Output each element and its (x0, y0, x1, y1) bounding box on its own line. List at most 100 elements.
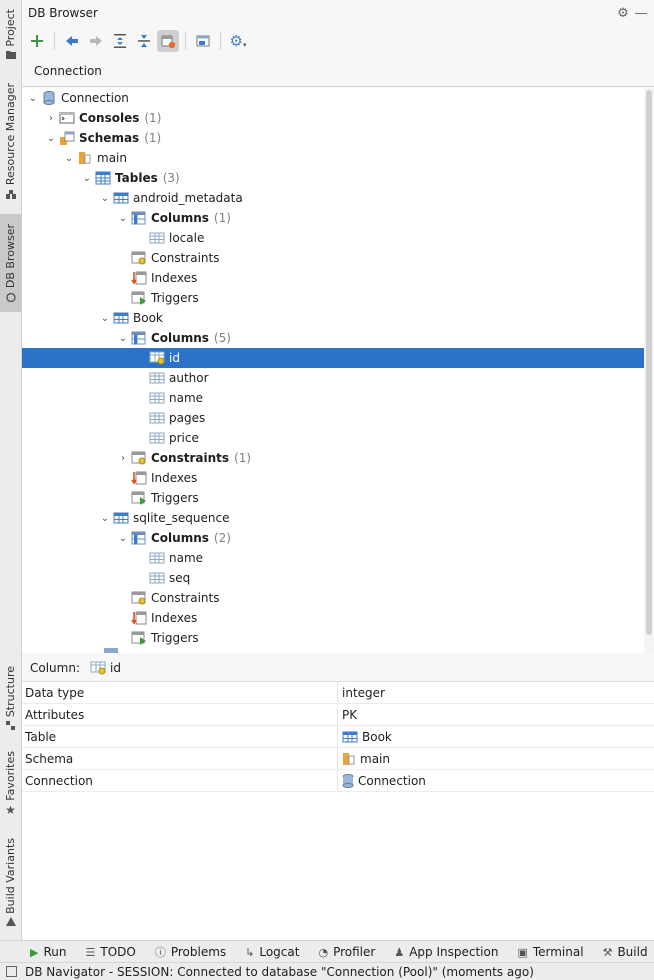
tree-node-table[interactable]: ⌄ sqlite_sequence (22, 508, 644, 528)
chevron-down-icon[interactable]: ⌄ (98, 513, 112, 524)
details-value-link[interactable]: main (360, 752, 390, 766)
open-console-button[interactable] (192, 30, 214, 52)
tab-app-inspection[interactable]: ♟ App Inspection (394, 945, 498, 959)
star-icon: ★ (5, 802, 16, 817)
chevron-down-icon[interactable]: ⌄ (116, 333, 130, 344)
tab-favorites[interactable]: Favorites ★ (0, 748, 21, 820)
tree-node-indexes[interactable]: Indexes (22, 468, 644, 488)
tree-node-triggers[interactable]: Triggers (22, 288, 644, 308)
tree-node-columns[interactable]: ⌄ Columns (5) (22, 328, 644, 348)
tab-terminal[interactable]: ▣ Terminal (517, 945, 583, 959)
tab-db-browser-label: DB Browser (4, 224, 17, 289)
column-icon (148, 550, 166, 566)
tree-node-table[interactable]: ⌄ Book (22, 308, 644, 328)
forward-button[interactable] (85, 30, 107, 52)
tree-count: (1) (144, 111, 162, 125)
chevron-down-icon[interactable]: ⌄ (116, 213, 130, 224)
chevron-down-icon[interactable]: ⌄ (98, 193, 112, 204)
tree-node-column[interactable]: pages (22, 408, 644, 428)
hammer-icon: ⚒ (602, 945, 613, 959)
tree-label: Indexes (151, 271, 198, 285)
tree-node-column[interactable]: name (22, 548, 644, 568)
back-button[interactable] (61, 30, 83, 52)
tab-todo[interactable]: ☰ TODO (85, 945, 135, 959)
chevron-down-icon[interactable]: ⌄ (62, 153, 76, 164)
tree-count: (2) (213, 531, 231, 545)
tab-project[interactable]: Project (0, 4, 21, 64)
tab-build[interactable]: ⚒ Build (603, 945, 648, 959)
expand-all-button[interactable] (109, 30, 131, 52)
tab-build-variants-label: Build Variants (4, 837, 17, 914)
tree-node-schemas[interactable]: ⌄ Schemas (1) (22, 128, 644, 148)
tab-label: TODO (100, 945, 136, 959)
tree-node-indexes[interactable]: Indexes (22, 608, 644, 628)
tab-project-label: Project (4, 8, 17, 47)
primary-key-column-icon (90, 661, 106, 675)
tab-structure[interactable]: Structure (0, 662, 21, 734)
chevron-down-icon[interactable]: ⌄ (80, 173, 94, 184)
tree-count: (1) (234, 451, 252, 465)
tab-db-browser[interactable]: DB Browser (0, 214, 21, 312)
minimize-icon[interactable]: — (632, 6, 650, 21)
collapse-all-icon (138, 35, 150, 47)
tree-node-column[interactable]: name (22, 388, 644, 408)
tree-node-columns[interactable]: ⌄ Columns (1) (22, 208, 644, 228)
tree-label: id (169, 351, 180, 365)
tab-label: Problems (170, 945, 227, 959)
chevron-down-icon[interactable]: ⌄ (26, 93, 40, 104)
collapse-all-button[interactable] (133, 30, 155, 52)
schemas-icon (58, 130, 76, 146)
tree-node-constraints[interactable]: Constraints (22, 588, 644, 608)
add-connection-button[interactable] (26, 30, 48, 52)
tree-node-triggers[interactable]: Triggers (22, 488, 644, 508)
details-value-link[interactable]: Connection (358, 774, 426, 788)
details-value-link[interactable]: Book (362, 730, 392, 744)
tree-scrollbar[interactable] (644, 88, 654, 653)
bottom-tool-tabs: ▶ Run ☰ TODO ⓘ Problems ↳ Logcat ◔ Profiler ♟… (0, 940, 654, 963)
status-window-icon[interactable] (6, 966, 17, 977)
chevron-right-icon[interactable]: › (44, 113, 58, 124)
primary-key-column-icon (148, 350, 166, 366)
tree-node-constraints[interactable]: › Constraints (1) (22, 448, 644, 468)
chevron-down-icon[interactable]: ⌄ (98, 313, 112, 324)
tree-node-column[interactable]: locale (22, 228, 644, 248)
tree-count: (3) (162, 171, 180, 185)
column-icon (148, 410, 166, 426)
tab-problems[interactable]: ⓘ Problems (155, 944, 226, 960)
tree-node-connection[interactable]: ⌄ Connection (22, 88, 644, 108)
tree-node-column[interactable]: price (22, 428, 644, 448)
tree-label: main (97, 151, 127, 165)
status-bar: DB Navigator - SESSION: Connected to dat… (0, 962, 654, 980)
tree-node-triggers[interactable]: Triggers (22, 628, 644, 648)
tree-node-column[interactable]: seq (22, 568, 644, 588)
tree-node-consoles[interactable]: › Consoles (1) (22, 108, 644, 128)
tab-build-variants[interactable]: Build Variants (0, 834, 21, 930)
list-icon: ☰ (85, 945, 96, 959)
settings-button[interactable]: ⚙ ▾ (227, 30, 249, 52)
tree-node-column[interactable]: author (22, 368, 644, 388)
column-icon (148, 430, 166, 446)
tab-logcat[interactable]: ↳ Logcat (245, 945, 299, 959)
tab-run[interactable]: ▶ Run (30, 945, 66, 959)
chevron-down-icon[interactable]: ⌄ (44, 133, 58, 144)
column-icon (148, 370, 166, 386)
indexes-icon (130, 610, 148, 626)
tab-profiler[interactable]: ◔ Profiler (318, 945, 375, 959)
toolbar-separator (185, 32, 186, 50)
tree-node-indexes[interactable]: Indexes (22, 268, 644, 288)
tree-node-columns[interactable]: ⌄ Columns (2) (22, 528, 644, 548)
chevron-right-icon[interactable]: › (116, 453, 130, 464)
tree-node-column-selected[interactable]: id (22, 348, 644, 368)
tree-node-tables[interactable]: ⌄ Tables (3) (22, 168, 644, 188)
tree-label: Connection (61, 91, 129, 105)
tree-node-main-schema[interactable]: ⌄ main (22, 148, 644, 168)
details-key: Data type (22, 682, 338, 703)
tree-node-table[interactable]: ⌄ android_metadata (22, 188, 644, 208)
scrollbar-thumb[interactable] (646, 90, 652, 635)
chevron-down-icon[interactable]: ⌄ (116, 533, 130, 544)
gear-icon[interactable]: ⚙ (614, 6, 632, 21)
tab-resource-manager[interactable]: Resource Manager (0, 80, 21, 202)
filter-button[interactable] (157, 30, 179, 52)
tab-favorites-label: Favorites (4, 751, 17, 801)
tree-node-constraints[interactable]: Constraints (22, 248, 644, 268)
